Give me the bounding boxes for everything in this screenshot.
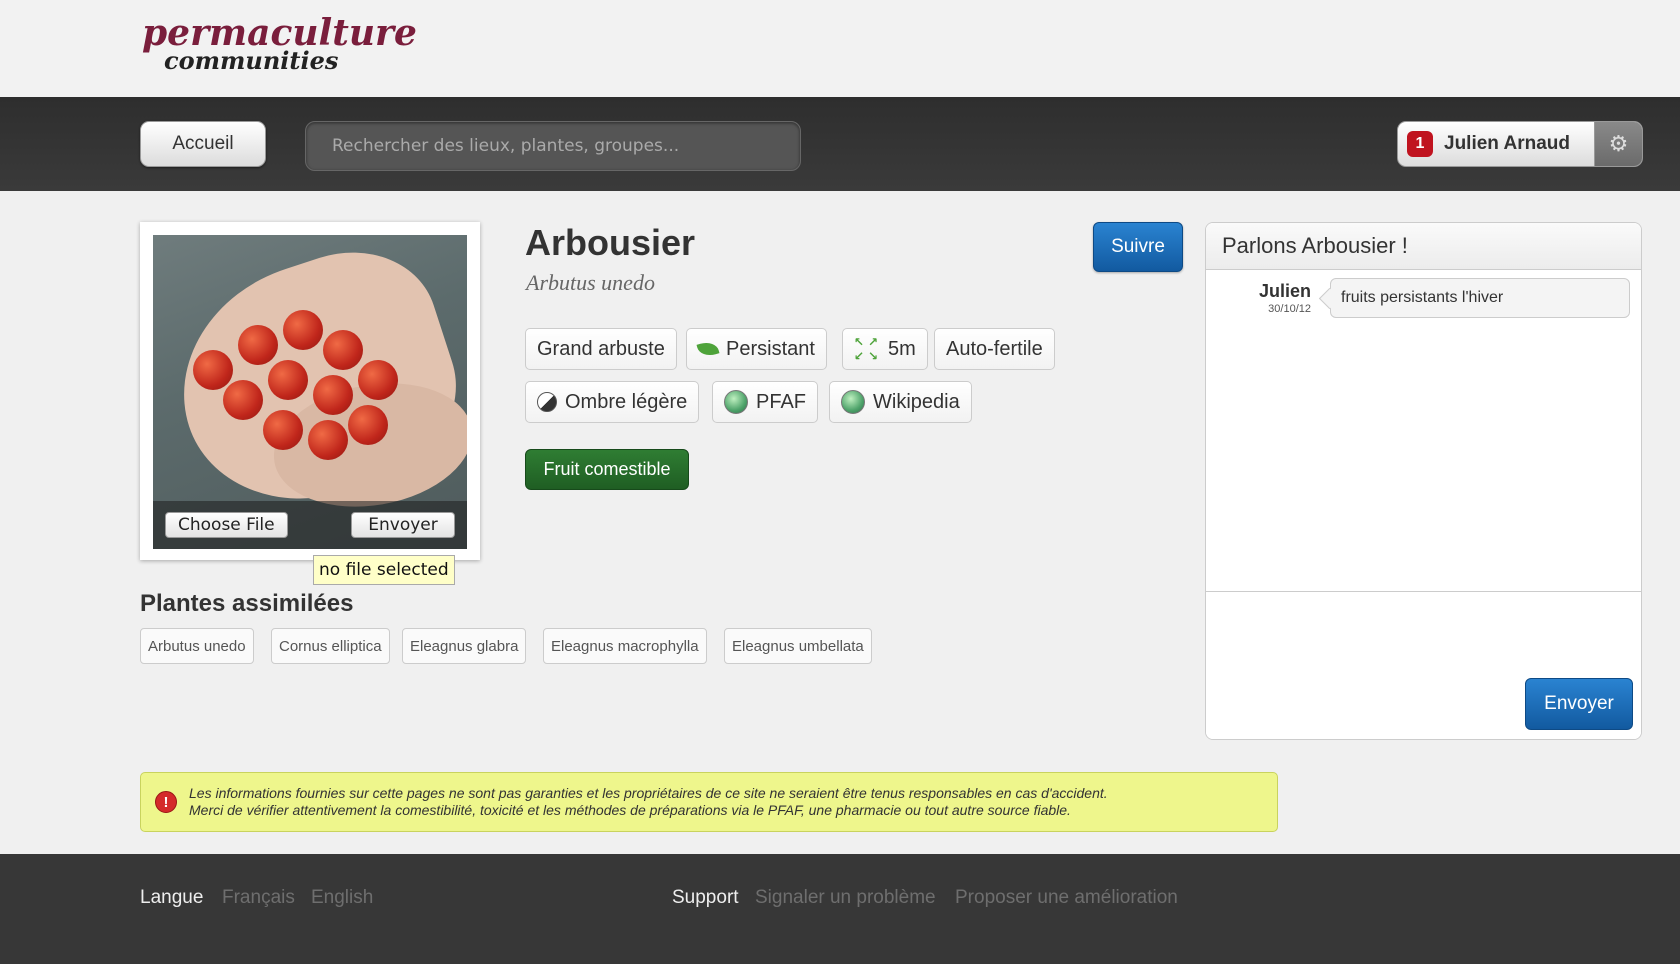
photo-berry (308, 420, 348, 460)
shade-icon (537, 392, 557, 412)
photo-berry (283, 310, 323, 350)
site-logo[interactable]: permaculture communities (140, 12, 417, 78)
disclaimer-text: Les informations fournies sur cette page… (189, 785, 1269, 819)
tag-fertility[interactable]: Auto-fertile (934, 328, 1055, 370)
use-badge[interactable]: Fruit comestible (525, 449, 689, 490)
photo-berry (348, 405, 388, 445)
photo-berry (238, 325, 278, 365)
report-problem-link[interactable]: Signaler un problème (755, 887, 936, 909)
upload-photo-button[interactable]: Envoyer (351, 512, 455, 538)
choose-file-button[interactable]: Choose File (165, 512, 288, 538)
message-bubble: fruits persistants l'hiver (1330, 278, 1630, 318)
file-status-tooltip: no file selected (313, 555, 455, 585)
tag-height[interactable]: ↖ ↗ ↙ ↘ 5m (842, 328, 928, 370)
plant-latin-name: Arbutus unedo (526, 270, 655, 295)
wikipedia-link[interactable]: Wikipedia (829, 381, 972, 423)
footer: Langue Français English Support Signaler… (0, 854, 1680, 964)
navbar: Accueil Rechercher des lieux, plantes, g… (0, 97, 1680, 191)
message-date: 30/10/12 (1268, 303, 1311, 315)
similar-plant-link[interactable]: Eleagnus macrophylla (543, 628, 707, 664)
chat-title: Parlons Arbousier ! (1206, 223, 1641, 270)
similar-plant-link[interactable]: Eleagnus glabra (402, 628, 527, 664)
photo-berry (223, 380, 263, 420)
follow-button[interactable]: Suivre (1093, 222, 1183, 272)
notification-badge[interactable]: 1 (1407, 131, 1433, 157)
tag-label: 5m (888, 337, 916, 360)
plant-photo: Choose File Envoyer (153, 235, 467, 549)
home-button[interactable]: Accueil (140, 121, 266, 167)
language-option-en[interactable]: English (311, 887, 373, 909)
tag-exposure[interactable]: Ombre légère (525, 381, 700, 423)
tag-foliage[interactable]: Persistant (686, 328, 827, 370)
search-input[interactable]: Rechercher des lieux, plantes, groupes..… (305, 121, 801, 171)
leaf-icon (696, 339, 720, 359)
user-menu[interactable]: 1 Julien Arnaud ⚙ (1397, 121, 1643, 167)
photo-berry (263, 410, 303, 450)
similar-plants-title: Plantes assimilées (140, 590, 354, 617)
tag-label: Ombre légère (565, 390, 688, 413)
language-option-fr[interactable]: Français (222, 887, 295, 909)
gear-icon[interactable]: ⚙ (1594, 122, 1642, 166)
disclaimer-banner: ! Les informations fournies sur cette pa… (140, 772, 1278, 832)
photo-berry (193, 350, 233, 390)
globe-icon (724, 390, 748, 414)
similar-plant-link[interactable]: Arbutus unedo (140, 628, 254, 664)
pfaf-link[interactable]: PFAF (712, 381, 819, 423)
plant-name: Arbousier (525, 222, 696, 263)
plant-photo-frame: Choose File Envoyer (140, 222, 480, 560)
tag-label: Auto-fertile (946, 337, 1043, 360)
similar-plant-link[interactable]: Cornus elliptica (271, 628, 390, 664)
globe-icon (841, 390, 865, 414)
tag-label: PFAF (756, 390, 807, 413)
photo-berry (358, 360, 398, 400)
photo-berry (313, 375, 353, 415)
tag-label: Persistant (726, 337, 815, 360)
photo-berry (323, 330, 363, 370)
tag-label: Wikipedia (873, 390, 960, 413)
user-name[interactable]: Julien Arnaud (1444, 133, 1594, 155)
warning-icon: ! (155, 791, 177, 813)
top-header: permaculture communities (0, 0, 1680, 97)
tag-size-class[interactable]: Grand arbuste (525, 328, 677, 370)
chat-panel: Parlons Arbousier ! Julien 30/10/12 frui… (1205, 222, 1642, 740)
suggest-improvement-link[interactable]: Proposer une amélioration (955, 887, 1178, 909)
send-message-button[interactable]: Envoyer (1525, 678, 1633, 730)
similar-plant-link[interactable]: Eleagnus umbellata (724, 628, 872, 664)
expand-icon: ↖ ↗ ↙ ↘ (854, 335, 879, 363)
logo-line-2: communities (164, 46, 339, 75)
disclaimer-line-2: Merci de vérifier attentivement la comes… (189, 802, 1071, 818)
tag-label: Grand arbuste (537, 337, 665, 360)
disclaimer-line-1: Les informations fournies sur cette page… (189, 785, 1108, 801)
photo-berry (268, 360, 308, 400)
support-label: Support (672, 887, 739, 908)
language-label: Langue (140, 887, 204, 908)
message-author[interactable]: Julien (1251, 281, 1311, 302)
photo-upload-bar: Choose File Envoyer (153, 501, 467, 549)
